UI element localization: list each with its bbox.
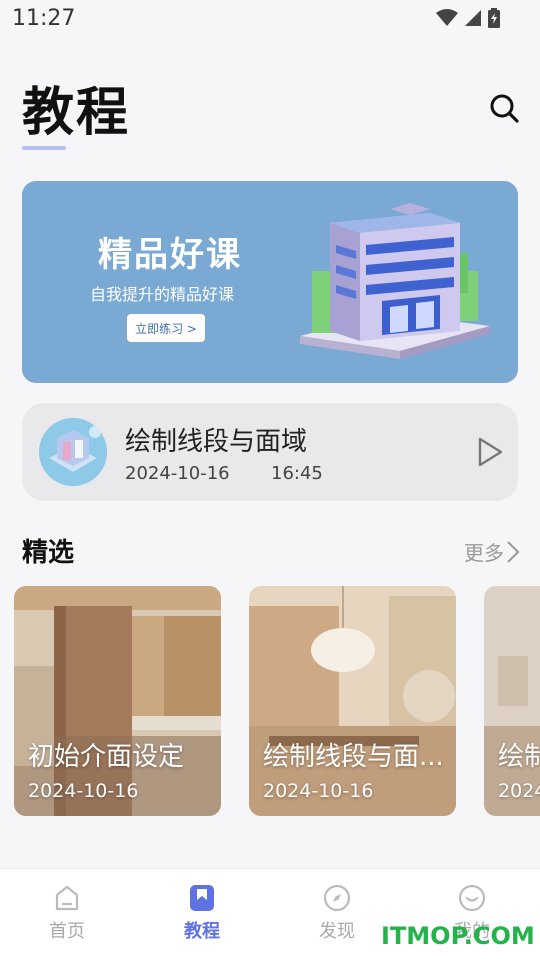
wifi-icon xyxy=(436,9,458,26)
featured-card[interactable]: 绘制 2024 xyxy=(484,586,540,816)
chevron-right-icon xyxy=(507,540,520,563)
title-underline xyxy=(22,146,66,150)
practice-now-button[interactable]: 立即练习 > xyxy=(127,314,205,342)
compass-icon xyxy=(323,884,351,912)
tab-tutorial[interactable]: 教程 xyxy=(162,883,242,943)
banner-title: 精品好课 xyxy=(98,235,242,275)
more-label: 更多 xyxy=(464,541,504,565)
status-time: 11:27 xyxy=(12,6,76,31)
card-title: 绘制线段与面... xyxy=(263,742,444,772)
status-bar: 11:27 xyxy=(0,0,540,38)
tab-discover[interactable]: 发现 xyxy=(297,883,377,943)
bookmark-icon xyxy=(190,885,214,911)
tab-label: 教程 xyxy=(184,921,220,942)
lesson-thumbnail xyxy=(39,418,107,486)
recent-lesson-title: 绘制线段与面域 xyxy=(125,427,308,457)
featured-section-title: 精选 xyxy=(22,538,75,568)
watermark: ITMOP.COM xyxy=(381,922,535,950)
building-illustration xyxy=(300,203,490,359)
tab-label: 发现 xyxy=(319,921,355,942)
search-icon[interactable] xyxy=(488,92,520,124)
tab-home[interactable]: 首页 xyxy=(27,883,107,943)
card-date: 2024 xyxy=(498,780,540,802)
banner-subtitle: 自我提升的精品好课 xyxy=(90,285,235,304)
card-title: 初始介面设定 xyxy=(28,742,185,772)
featured-card[interactable]: 绘制线段与面... 2024-10-16 xyxy=(249,586,456,816)
promo-banner[interactable]: 精品好课 自我提升的精品好课 立即练习 > xyxy=(22,181,518,383)
recent-lesson-card[interactable]: 绘制线段与面域 2024-10-16 16:45 xyxy=(22,403,518,501)
tab-label: 首页 xyxy=(49,921,85,942)
battery-icon xyxy=(488,8,500,28)
card-date: 2024-10-16 xyxy=(28,780,139,802)
status-icons xyxy=(436,8,500,28)
featured-card[interactable]: 初始介面设定 2024-10-16 xyxy=(14,586,221,816)
more-link[interactable]: 更多 xyxy=(464,537,520,566)
signal-icon xyxy=(465,10,481,26)
profile-icon xyxy=(458,884,486,912)
recent-lesson-time: 16:45 xyxy=(271,463,323,484)
recent-lesson-date: 2024-10-16 xyxy=(125,463,230,484)
card-date: 2024-10-16 xyxy=(263,780,374,802)
page-title: 教程 xyxy=(22,83,131,143)
play-icon[interactable] xyxy=(476,436,504,468)
home-icon xyxy=(55,885,79,911)
card-title: 绘制 xyxy=(498,742,540,772)
